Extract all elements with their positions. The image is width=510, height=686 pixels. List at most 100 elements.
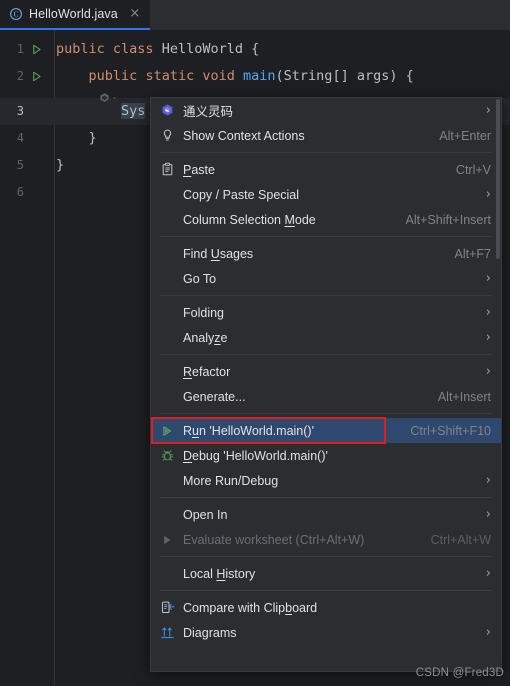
editor-tab-helloworld-java[interactable]: C HelloWorld.java ×	[0, 0, 150, 30]
menu-item-shortcut: Ctrl+Shift+F10	[410, 423, 491, 438]
clipboard-icon	[159, 162, 175, 178]
menu-item-local-history[interactable]: Local History ›	[151, 561, 501, 586]
menu-separator	[160, 497, 492, 498]
chevron-down-icon[interactable]: ˇ	[113, 96, 116, 106]
menu-item-label: Debug 'HelloWorld.main()'	[183, 448, 328, 463]
menu-item-debug-helloworld-main[interactable]: Debug 'HelloWorld.main()'	[151, 443, 501, 468]
run-icon	[159, 423, 175, 439]
menu-item-icon-placeholder	[159, 566, 175, 582]
menu-item-go-to[interactable]: Go To ›	[151, 266, 501, 291]
menu-item-folding[interactable]: Folding ›	[151, 300, 501, 325]
menu-item-label: Column Selection Mode	[183, 212, 316, 227]
editor-context-menu[interactable]: 通义灵码 › Show Context Actions Alt+Enter Paste C…	[150, 97, 502, 672]
menu-item-icon-placeholder	[159, 473, 175, 489]
line-number: 2	[16, 69, 24, 83]
menu-item-label: Open In	[183, 507, 228, 522]
menu-item-icon-placeholder	[159, 305, 175, 321]
code-line[interactable]: public static void main(String[] args) {	[56, 63, 414, 90]
chevron-right-icon: ›	[485, 506, 491, 522]
inlay-hint-tongyi[interactable]: ˇ	[98, 92, 116, 110]
menu-item-more-run-debug[interactable]: More Run/Debug ›	[151, 468, 501, 493]
editor-line-row: 2 public static void main(String[] args)…	[0, 63, 510, 90]
menu-item-column-selection-mode[interactable]: Column Selection Mode Alt+Shift+Insert	[151, 207, 501, 232]
menu-item-label: Folding	[183, 305, 224, 320]
menu-item-paste[interactable]: Paste Ctrl+V	[151, 157, 501, 182]
menu-item-icon-placeholder	[159, 330, 175, 346]
menu-item-label: Evaluate worksheet (Ctrl+Alt+W)	[183, 532, 365, 547]
menu-item-shortcut: Ctrl+Alt+W	[430, 532, 491, 547]
menu-item-icon-placeholder	[159, 389, 175, 405]
menu-item-label: Paste	[183, 162, 215, 177]
chevron-right-icon: ›	[485, 102, 491, 118]
watermark: CSDN @Fred3D	[415, 667, 504, 679]
menu-item-compare-with-clipboard[interactable]: Compare with Clipboard	[151, 595, 501, 620]
chevron-right-icon: ›	[485, 472, 491, 488]
menu-item-shortcut: Alt+F7	[454, 246, 491, 261]
menu-separator	[160, 295, 492, 296]
menu-item-label: Go To	[183, 271, 217, 286]
line-number: 6	[16, 185, 24, 199]
menu-item-analyze[interactable]: Analyze ›	[151, 325, 501, 350]
menu-item-run-helloworld-main[interactable]: Run 'HelloWorld.main()' Ctrl+Shift+F10	[151, 418, 501, 443]
menu-item-icon-placeholder	[159, 364, 175, 380]
menu-item-open-in[interactable]: Open In ›	[151, 502, 501, 527]
menu-item-label: More Run/Debug	[183, 473, 279, 488]
chevron-right-icon: ›	[485, 329, 491, 345]
menu-separator	[160, 152, 492, 153]
menu-item-shortcut: Ctrl+V	[455, 162, 491, 177]
code-line[interactable]: }	[56, 125, 97, 152]
menu-item-icon-placeholder	[159, 507, 175, 523]
menu-item-label: 通义灵码	[183, 105, 234, 119]
menu-separator	[160, 413, 492, 414]
chevron-right-icon: ›	[485, 624, 491, 640]
debug-bug-icon	[159, 448, 175, 464]
run-disabled-icon	[159, 532, 175, 548]
menu-item-label: Local History	[183, 566, 256, 581]
gutter-run-icon[interactable]	[30, 70, 43, 83]
lightbulb-icon	[159, 128, 175, 144]
svg-text:C: C	[14, 11, 19, 19]
line-number: 1	[16, 42, 24, 56]
menu-separator	[160, 590, 492, 591]
line-number: 4	[16, 131, 24, 145]
menu-item-label: Find Usages	[183, 246, 254, 261]
menu-item-show-context-actions[interactable]: Show Context Actions Alt+Enter	[151, 123, 501, 148]
menu-item-icon-placeholder	[159, 246, 175, 262]
menu-item-copy-paste-special[interactable]: Copy / Paste Special ›	[151, 182, 501, 207]
menu-item-diagrams[interactable]: Diagrams ›	[151, 620, 501, 645]
chevron-right-icon: ›	[485, 565, 491, 581]
menu-item-icon-placeholder	[159, 187, 175, 203]
menu-item-refactor[interactable]: Refactor ›	[151, 359, 501, 384]
menu-item-shortcut: Alt+Shift+Insert	[405, 212, 491, 227]
code-line[interactable]: public class HelloWorld {	[56, 36, 259, 63]
gutter-run-icon[interactable]	[30, 43, 43, 56]
menu-separator	[160, 236, 492, 237]
menu-item-shortcut: Alt+Enter	[439, 128, 491, 143]
tongyi-lingma-icon	[98, 92, 111, 110]
menu-item-label: Refactor	[183, 364, 231, 379]
close-icon[interactable]: ×	[128, 7, 142, 21]
chevron-right-icon: ›	[485, 363, 491, 379]
chevron-right-icon: ›	[485, 270, 491, 286]
menu-item-label: Generate...	[183, 389, 246, 404]
menu-separator	[160, 556, 492, 557]
java-class-icon: C	[9, 7, 23, 21]
menu-item-icon-placeholder	[159, 212, 175, 228]
menu-item-label: Compare with Clipboard	[183, 600, 318, 615]
menu-item-label: Show Context Actions	[183, 128, 305, 143]
menu-item-generate[interactable]: Generate... Alt+Insert	[151, 384, 501, 409]
compare-icon	[159, 600, 175, 616]
menu-item-evaluate-worksheet: Evaluate worksheet (Ctrl+Alt+W) Ctrl+Alt+…	[151, 527, 501, 552]
menu-item-find-usages[interactable]: Find Usages Alt+F7	[151, 241, 501, 266]
chevron-right-icon: ›	[485, 304, 491, 320]
menu-item-label: Analyze	[183, 330, 228, 345]
code-line[interactable]: }	[56, 152, 64, 179]
menu-separator	[160, 354, 492, 355]
line-number: 3	[16, 104, 24, 118]
diagrams-icon	[159, 625, 175, 641]
menu-item-label: Diagrams	[183, 625, 237, 640]
menu-item-icon-placeholder	[159, 271, 175, 287]
menu-item-tongyi-lingma[interactable]: 通义灵码 ›	[151, 98, 501, 123]
tongyi-lingma-icon	[159, 103, 175, 119]
line-number: 5	[16, 158, 24, 172]
